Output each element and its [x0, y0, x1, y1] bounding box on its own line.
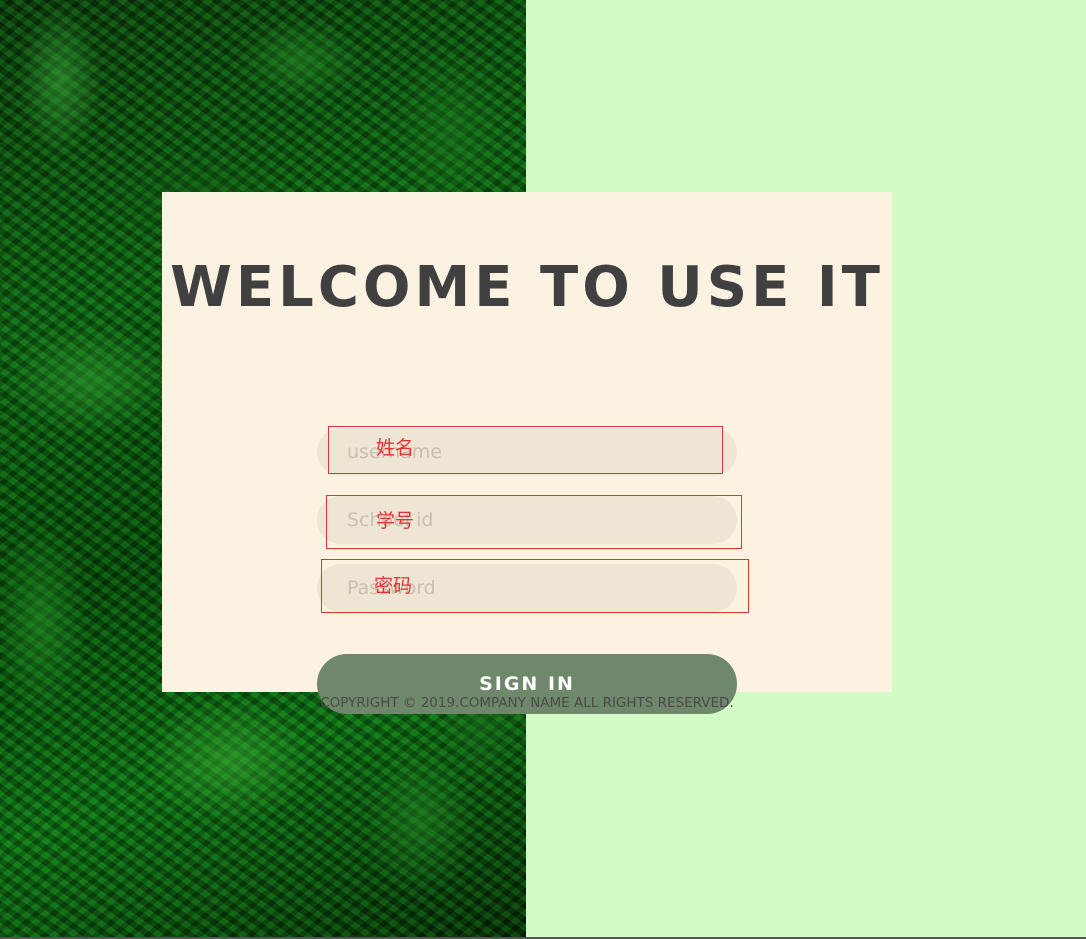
- username-input[interactable]: [317, 428, 737, 476]
- school-id-input[interactable]: [317, 496, 737, 544]
- login-page: WELCOME TO USE IT 姓名 学号 密码 SIGN IN COPYR…: [0, 0, 1086, 939]
- password-input[interactable]: [317, 564, 737, 612]
- page-title: WELCOME TO USE IT: [170, 255, 884, 320]
- copyright-footer: COPYRIGHT © 2019.COMPANY NAME ALL RIGHTS…: [320, 695, 734, 711]
